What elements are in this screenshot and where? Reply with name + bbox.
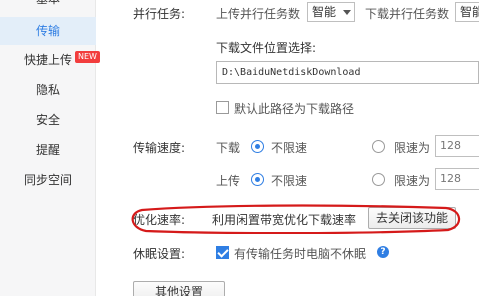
optimize-rate-text: 利用闲置带宽优化下载速率 [212,213,357,227]
help-icon[interactable]: ? [377,246,389,258]
upload-parallel-value: 智能 [312,5,337,19]
download-parallel-value: 智能 [460,5,479,19]
disable-optimize-button[interactable]: 去关闭该功能 [368,207,456,229]
upload-parallel-select[interactable]: 智能 [307,2,355,22]
download-limit-radio[interactable] [372,140,385,153]
upload-unlimited-radio[interactable] [251,173,264,186]
settings-sidebar: 基本 传输 快捷上传 NEW 隐私 安全 提醒 同步空间 [0,0,100,296]
download-parallel-select[interactable]: 智能 [455,2,479,22]
download-path-label: 下载文件位置选择: [216,41,317,55]
chevron-down-icon [343,10,351,15]
default-path-checkbox[interactable] [216,101,229,114]
download-unlimited-radio[interactable] [251,140,264,153]
sidebar-item-quick-upload[interactable]: 快捷上传 NEW [0,46,100,74]
no-sleep-checkbox[interactable] [216,246,229,259]
download-speed-label: 下载 [216,141,241,155]
default-path-label: 默认此路径为下载路径 [234,102,355,116]
sidebar-item-label: 快捷上传 [23,53,72,67]
sidebar-item-sync-space[interactable]: 同步空间 [0,166,96,194]
sidebar-item-label: 隐私 [35,83,60,97]
new-badge: NEW [75,51,100,63]
download-limit-input[interactable]: 128 [435,135,479,157]
upload-limit-input[interactable]: 128 [435,168,479,190]
optimize-rate-label: 优化速率: [133,213,186,227]
sidebar-item-label: 同步空间 [23,173,72,187]
download-unlimited-label: 不限速 [271,141,308,155]
sidebar-item-label: 传输 [35,24,60,38]
download-path-input[interactable]: D:\BaiduNetdiskDownload [216,61,479,84]
sidebar-item-privacy[interactable]: 隐私 [0,76,96,104]
upload-parallel-label: 上传并行任务数 [216,7,301,21]
download-parallel-label: 下载并行任务数 [365,7,450,21]
sleep-settings-label: 休眠设置: [133,247,186,261]
upload-unlimited-label: 不限速 [271,174,308,188]
sidebar-item-label: 提醒 [35,143,60,157]
sidebar-item-security[interactable]: 安全 [0,106,96,134]
upload-limit-label: 限速为 [394,174,431,188]
sidebar-item-basic[interactable]: 基本 [0,0,96,12]
other-settings-button[interactable]: 其他设置 [133,281,225,296]
upload-speed-label: 上传 [216,174,241,188]
upload-limit-radio[interactable] [372,173,385,186]
parallel-tasks-label: 并行任务: [133,7,186,21]
transfer-speed-label: 传输速度: [133,141,186,155]
sidebar-item-label: 基本 [36,0,60,6]
sidebar-item-label: 安全 [35,113,60,127]
sidebar-item-reminder[interactable]: 提醒 [0,136,96,164]
download-limit-label: 限速为 [394,141,431,155]
sidebar-item-transfer[interactable]: 传输 [0,17,96,45]
no-sleep-label: 有传输任务时电脑不休眠 [234,247,367,261]
